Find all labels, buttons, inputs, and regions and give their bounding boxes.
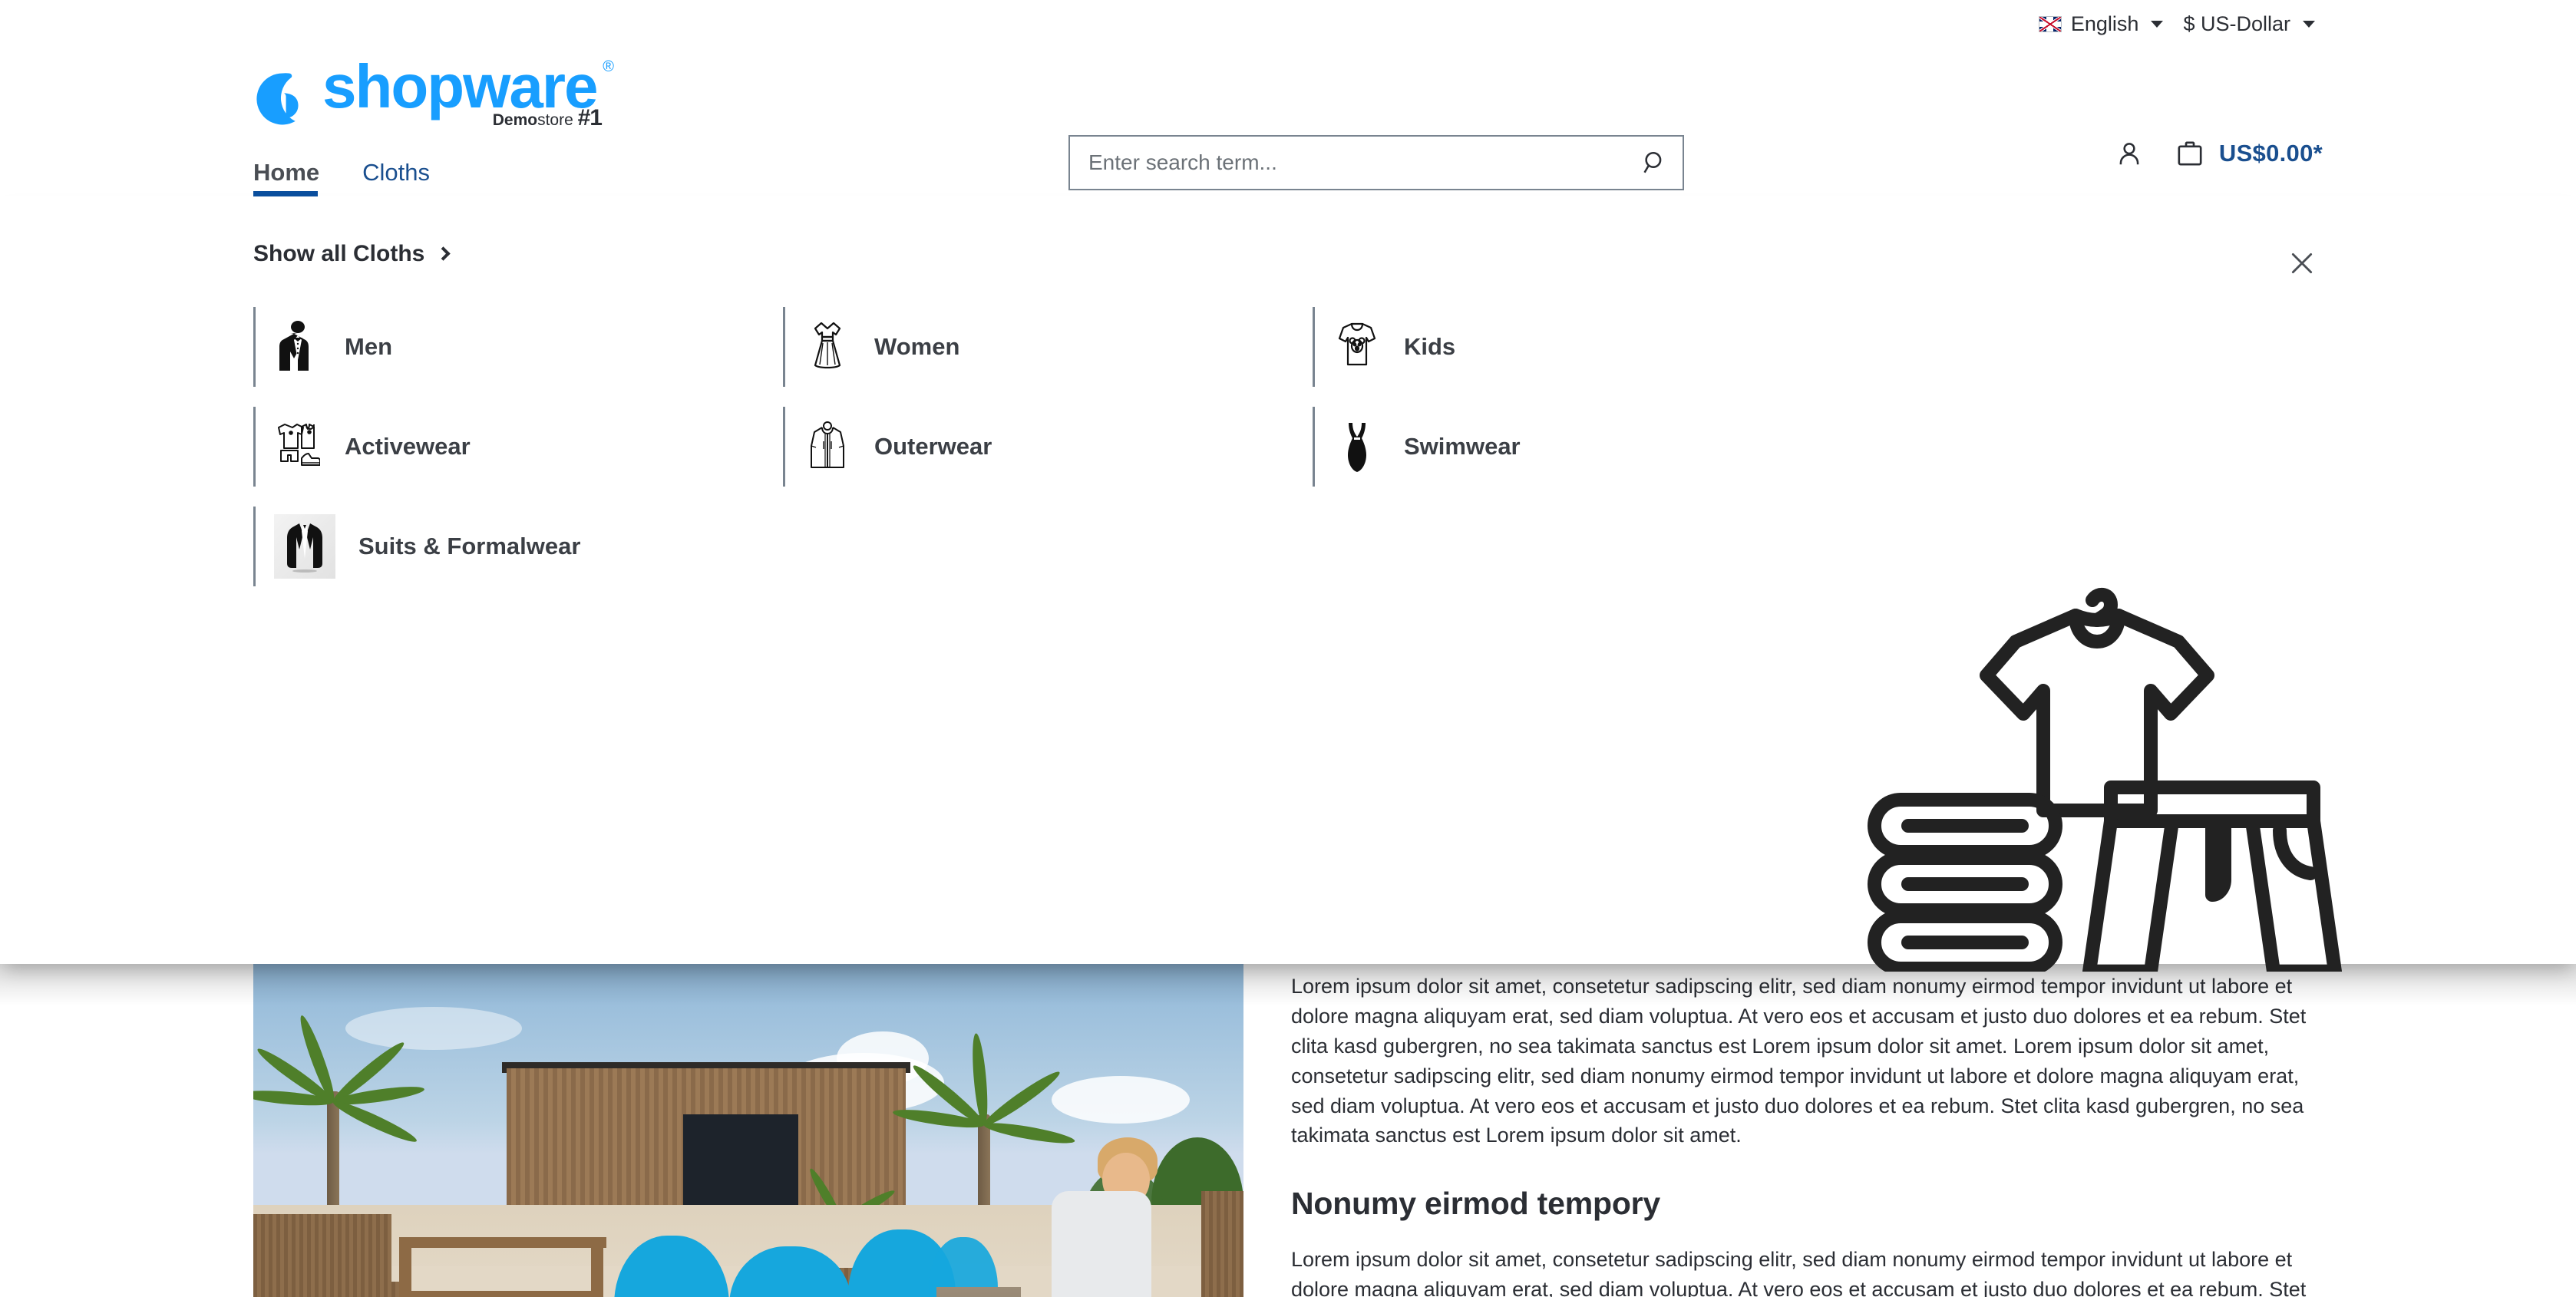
nav-item-cloths[interactable]: Cloths <box>362 160 430 196</box>
logo-tagline: Demostore #1 <box>492 104 603 131</box>
hooded-jacket-icon <box>804 414 851 479</box>
category-cell: Men <box>253 307 783 407</box>
category-label: Women <box>874 333 960 360</box>
registered-mark: ® <box>603 58 614 75</box>
dress-icon <box>804 315 851 379</box>
close-icon <box>2291 252 2313 274</box>
shopware-mark-icon <box>256 72 299 124</box>
category-link-outerwear[interactable]: Outerwear <box>783 407 992 487</box>
logo-tagline-rest: store <box>537 111 573 129</box>
content-paragraph-2: Lorem ipsum dolor sit amet, consetetur s… <box>1291 1248 2307 1297</box>
category-label: Men <box>345 333 392 360</box>
clothing-illustration-icon <box>1847 573 2353 979</box>
category-cell: Outerwear <box>783 407 1313 507</box>
category-link-kids[interactable]: Kids <box>1313 307 1455 387</box>
currency-label: $ US-Dollar <box>2183 12 2290 35</box>
swimsuit-icon <box>1333 414 1381 479</box>
category-cell: Suits & Formalwear <box>253 507 783 606</box>
language-label: English <box>2070 12 2139 35</box>
page-content: Lorem ipsum dolor sit amet, consetetur s… <box>0 961 2576 1297</box>
top-utility-bar: English $ US-Dollar <box>0 0 2576 48</box>
category-label: Swimwear <box>1404 433 1521 460</box>
logo-tagline-number: #1 <box>577 104 603 130</box>
account-button[interactable] <box>2115 139 2144 168</box>
search-input[interactable] <box>1070 137 1627 189</box>
search-bar <box>1068 135 1684 190</box>
chevron-right-icon <box>436 246 451 261</box>
language-selector[interactable]: English <box>2038 12 2164 36</box>
search-button[interactable] <box>1627 137 1683 189</box>
clothing-illustration-svg <box>1868 587 2342 979</box>
site-header: shopware ® Demostore #1 US$0.00* <box>0 48 2576 190</box>
content-text-column: Lorem ipsum dolor sit amet, consetetur s… <box>1291 961 2323 1297</box>
nav-item-home[interactable]: Home <box>253 160 319 196</box>
category-link-men[interactable]: Men <box>253 307 392 387</box>
category-label: Activewear <box>345 433 471 460</box>
baby-romper-icon <box>1333 315 1381 379</box>
show-all-label: Show all Cloths <box>253 241 425 266</box>
search-icon <box>1643 151 1662 173</box>
category-link-activewear[interactable]: Activewear <box>253 407 471 487</box>
beach-lounge-photo <box>253 961 1243 1297</box>
account-icon <box>2119 143 2139 165</box>
uk-flag-icon <box>2038 15 2062 32</box>
category-cell: Swimwear <box>1313 407 1842 507</box>
flyout-inner: Show all Cloths Men Women Kids Activewea… <box>0 196 2576 979</box>
show-all-cloths-link[interactable]: Show all Cloths <box>253 241 451 267</box>
photo-canvas <box>253 961 1243 1297</box>
category-link-women[interactable]: Women <box>783 307 959 387</box>
content-paragraph-1: Lorem ipsum dolor sit amet, consetetur s… <box>1291 975 2307 1147</box>
category-cell: Kids <box>1313 307 1842 407</box>
cloths-flyout-menu: Show all Cloths Men Women Kids Activewea… <box>0 196 2576 979</box>
close-flyout-button[interactable] <box>2281 243 2323 284</box>
shopware-wordmark: shopware ® Demostore #1 <box>322 52 614 131</box>
chevron-down-icon <box>2151 20 2164 28</box>
category-link-swimwear[interactable]: Swimwear <box>1313 407 1521 487</box>
category-cell: Activewear <box>253 407 783 507</box>
content-heading-2: Nonumy eirmod tempory <box>1291 1186 1661 1222</box>
category-grid: Men Women Kids Activewear Outerwear Swim… <box>253 307 2323 606</box>
category-label: Kids <box>1404 333 1456 360</box>
header-actions: US$0.00* <box>2115 138 2323 169</box>
category-label: Outerwear <box>874 433 992 460</box>
cart-button[interactable]: US$0.00* <box>2175 138 2323 169</box>
category-link-suits-formalwear[interactable]: Suits & Formalwear <box>253 507 580 586</box>
chevron-down-icon <box>2303 20 2315 28</box>
suit-jacket-thumbnail <box>274 514 335 579</box>
suit-tuxedo-icon <box>274 315 322 379</box>
cart-amount: US$0.00* <box>2218 140 2323 167</box>
currency-selector[interactable]: $ US-Dollar <box>2183 12 2315 36</box>
shopware-logo[interactable]: shopware ® Demostore #1 <box>253 52 614 131</box>
logo-tagline-bold: Demo <box>492 111 538 129</box>
sportswear-icon <box>274 414 322 479</box>
category-cell: Women <box>783 307 1313 407</box>
shopping-bag-icon <box>2178 141 2202 166</box>
category-label: Suits & Formalwear <box>358 533 581 559</box>
